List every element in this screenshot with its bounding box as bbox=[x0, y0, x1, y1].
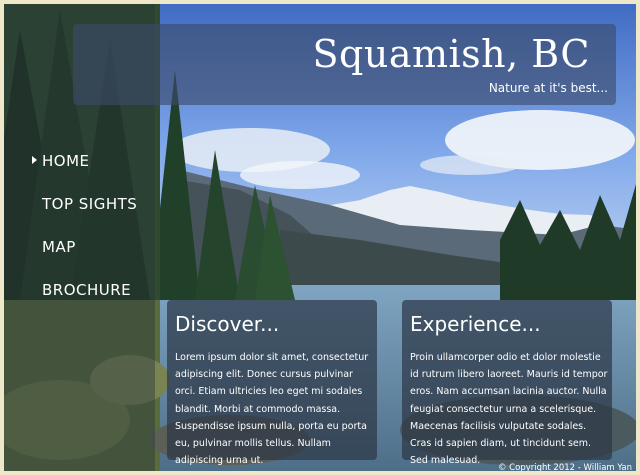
nav-item-label: MAP bbox=[42, 238, 76, 256]
panel-heading: Discover... bbox=[175, 312, 280, 336]
active-arrow-icon bbox=[32, 156, 37, 164]
experience-panel: Experience... Proin ullamcorper odio et … bbox=[402, 300, 612, 466]
panel-heading: Experience... bbox=[410, 312, 541, 336]
nav-item-map[interactable]: MAP bbox=[32, 238, 137, 281]
nav-item-brochure[interactable]: BROCHURE bbox=[32, 281, 137, 324]
panel-text: Proin ullamcorper odio et dolor molestie… bbox=[410, 352, 608, 467]
nav-item-top-sights[interactable]: TOP SIGHTS bbox=[32, 195, 137, 238]
discover-panel: Discover... Lorem ipsum dolor sit amet, … bbox=[167, 300, 377, 466]
copyright-footer: © Copyright 2012 - William Yan bbox=[497, 463, 632, 473]
panel-text: Lorem ipsum dolor sit amet, consectetur … bbox=[175, 352, 369, 467]
nav-item-home[interactable]: HOME bbox=[32, 152, 137, 195]
nav-item-label: HOME bbox=[42, 152, 90, 170]
main-nav: HOME TOP SIGHTS MAP BROCHURE bbox=[32, 152, 137, 324]
nav-item-label: TOP SIGHTS bbox=[42, 195, 138, 213]
header-banner: Squamish, BC Nature at it's best... bbox=[73, 24, 616, 105]
nav-item-label: BROCHURE bbox=[42, 281, 132, 299]
page: HOME TOP SIGHTS MAP BROCHURE Squamish, B… bbox=[0, 0, 640, 475]
site-tagline: Nature at it's best... bbox=[488, 81, 608, 95]
site-title: Squamish, BC bbox=[312, 32, 590, 76]
